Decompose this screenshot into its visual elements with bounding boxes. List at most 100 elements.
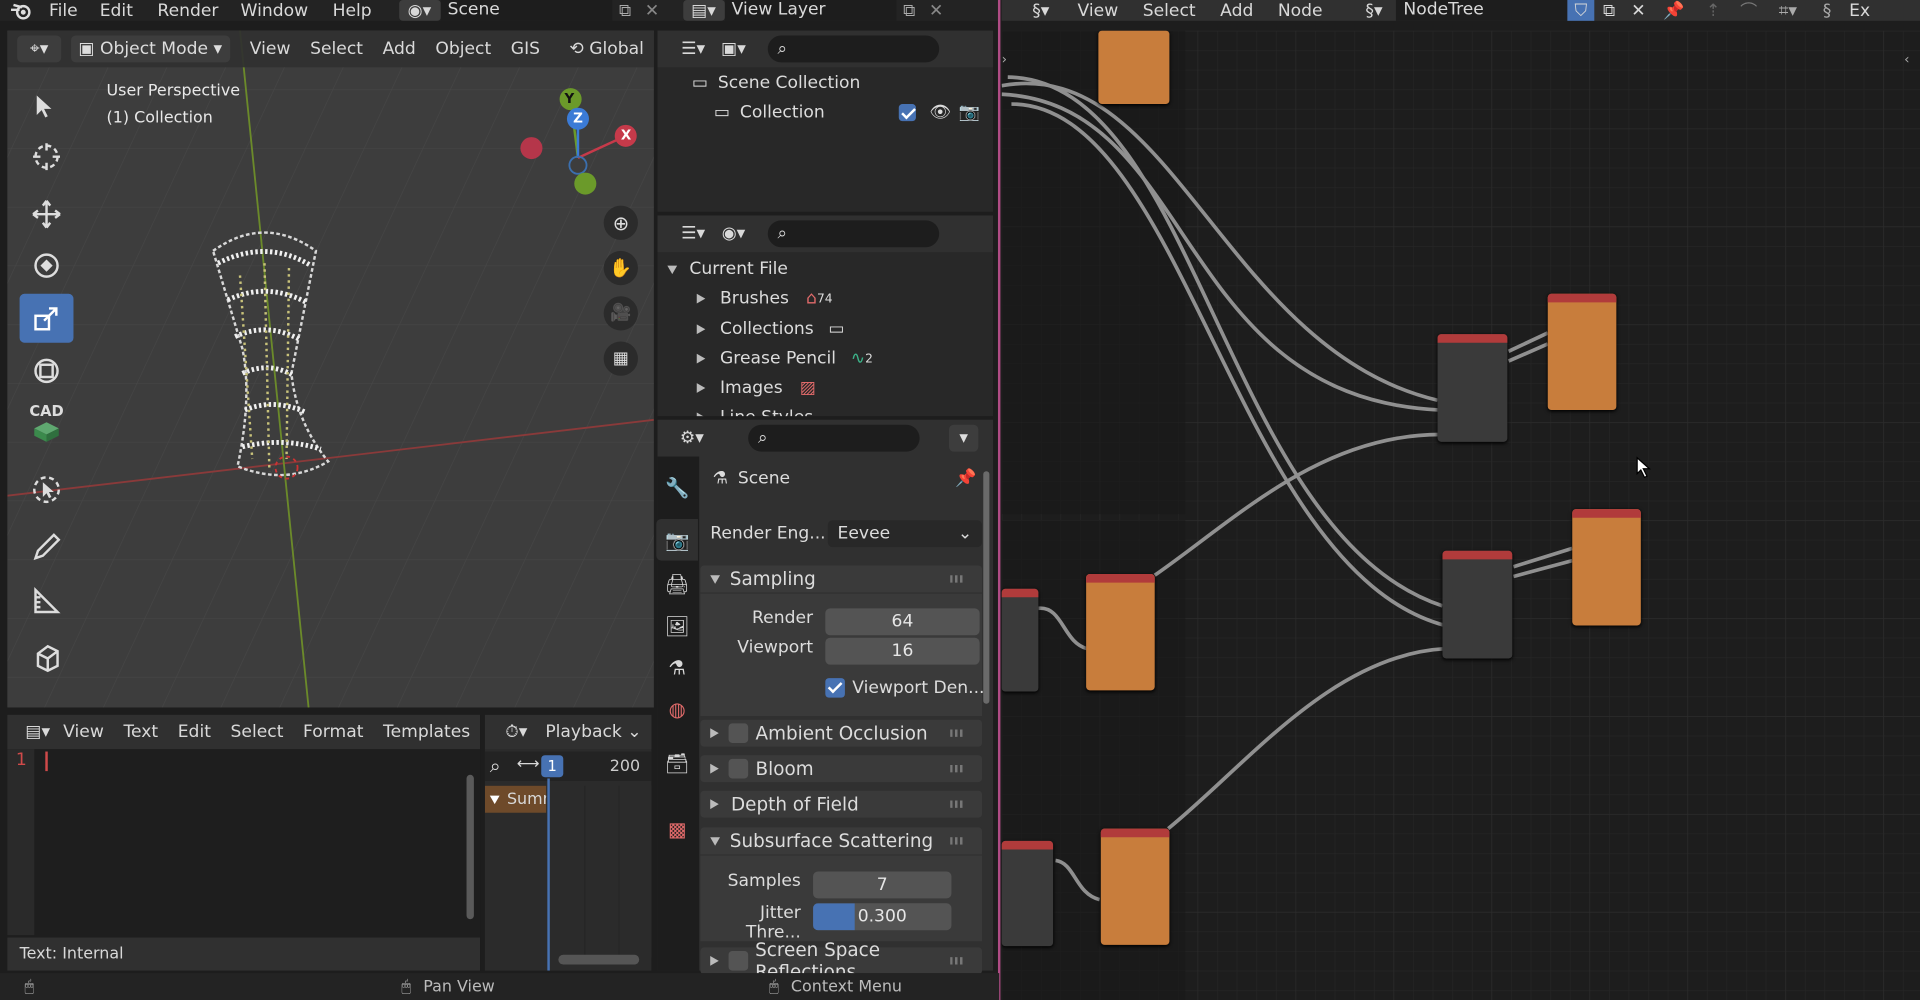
menu-help[interactable]: Help bbox=[320, 1, 384, 21]
text-menu-format[interactable]: Format bbox=[293, 722, 373, 742]
snap-options-icon[interactable]: ⌗▾ bbox=[1766, 1, 1810, 21]
expand-icon[interactable] bbox=[696, 353, 706, 364]
frame-range-icon[interactable]: ⟷ bbox=[517, 755, 540, 773]
matrix-node-2[interactable] bbox=[1001, 840, 1054, 947]
ortho-grid-icon[interactable]: ▦ bbox=[603, 341, 638, 376]
timeline[interactable]: ⏱▾ Playback ⌄ ⌕ ⟷ 1 200 Summary bbox=[484, 714, 652, 971]
view-layer-icon[interactable]: ▤▾ bbox=[682, 0, 725, 21]
bloom-checkbox[interactable] bbox=[728, 758, 749, 779]
outliner-editor-icon[interactable]: ☰▾ bbox=[675, 39, 712, 59]
viewport-denoise-row[interactable]: Viewport Den... bbox=[825, 678, 984, 698]
new-node-tree-icon[interactable]: ⧉ bbox=[1594, 1, 1623, 21]
render-engine-dropdown[interactable]: Eevee ⌄ bbox=[827, 520, 983, 548]
eye-icon[interactable]: 👁 bbox=[929, 103, 951, 123]
node-menu-view[interactable]: View bbox=[1065, 1, 1130, 21]
orientation-selector[interactable]: ⟲ Global bbox=[560, 39, 654, 59]
cad-tool-icon[interactable]: CAD bbox=[20, 398, 74, 447]
expand-icon[interactable] bbox=[696, 324, 706, 335]
expand-icon[interactable] bbox=[667, 264, 678, 274]
measure-tool-icon[interactable] bbox=[20, 577, 74, 626]
viewport-menu-view[interactable]: View bbox=[240, 39, 300, 59]
expand-icon[interactable] bbox=[696, 383, 706, 393]
viewport-menu-add[interactable]: Add bbox=[373, 39, 426, 59]
viewport-menu-select[interactable]: Select bbox=[300, 39, 372, 59]
text-menu-templates[interactable]: Templates bbox=[373, 722, 480, 742]
sampling-panel-header[interactable]: Sampling bbox=[700, 565, 983, 593]
overlay-icon[interactable]: § bbox=[1810, 1, 1844, 21]
viewer-draw-node-3[interactable] bbox=[1086, 574, 1155, 691]
navigation-gizmo[interactable] bbox=[514, 84, 649, 206]
bloom-panel[interactable]: Bloom bbox=[700, 755, 983, 783]
ambient-occlusion-checkbox[interactable] bbox=[728, 723, 749, 743]
menu-window[interactable]: Window bbox=[228, 1, 320, 21]
line-styles-row[interactable]: Line Styles bbox=[696, 408, 813, 417]
scene-tab-icon[interactable]: ⚗ bbox=[656, 646, 698, 688]
properties-search-input[interactable]: ⌕ bbox=[748, 424, 920, 452]
pan-hand-icon[interactable]: ✋ bbox=[603, 250, 638, 286]
render-samples-field[interactable]: 64 bbox=[825, 608, 980, 636]
expand-icon[interactable] bbox=[696, 293, 706, 304]
delete-view-layer-icon[interactable]: ✕ bbox=[923, 1, 950, 21]
jitter-threshold-slider[interactable]: 0.300 bbox=[813, 903, 952, 931]
viewport-samples-field[interactable]: 16 bbox=[825, 637, 980, 665]
output-tab-icon[interactable]: 🖨 bbox=[656, 563, 698, 605]
properties-editor-icon[interactable]: ⚙▾ bbox=[672, 428, 711, 448]
text-editor-type-icon[interactable]: ▤▾ bbox=[22, 722, 53, 742]
node-editor-type-icon[interactable]: §▾ bbox=[1016, 1, 1065, 21]
select-tool-icon[interactable] bbox=[20, 82, 74, 131]
properties-scrollbar[interactable] bbox=[983, 471, 990, 704]
node-menu-node[interactable]: Node bbox=[1266, 1, 1335, 21]
new-scene-icon[interactable]: ⧉ bbox=[612, 1, 639, 21]
pin-node-tree-icon[interactable]: 📌 bbox=[1653, 1, 1695, 21]
menu-edit[interactable]: Edit bbox=[85, 1, 148, 21]
collection-row[interactable]: ▭ Collection 👁 📷 bbox=[714, 103, 988, 123]
search-icon[interactable]: ⌕ bbox=[490, 754, 501, 778]
new-view-layer-icon[interactable]: ⧉ bbox=[896, 1, 923, 21]
collection-exclude-checkbox[interactable] bbox=[898, 104, 916, 122]
viewer-draw-node-top[interactable] bbox=[1098, 30, 1170, 105]
camera-icon[interactable]: 📷 bbox=[959, 103, 980, 123]
blend-search-input[interactable]: ⌕ bbox=[767, 220, 940, 248]
text-editor[interactable] bbox=[7, 714, 481, 971]
current-frame-marker[interactable]: 1 bbox=[541, 755, 564, 778]
images-row[interactable]: Images ▨ bbox=[696, 378, 816, 398]
current-file-row[interactable]: Current File bbox=[667, 259, 788, 279]
depth-of-field-panel[interactable]: Depth of Field bbox=[700, 790, 983, 818]
node-menu-add[interactable]: Add bbox=[1208, 1, 1266, 21]
scene-selector-icon[interactable]: ◉▾ bbox=[398, 0, 441, 21]
annotate-select-icon[interactable] bbox=[20, 465, 74, 514]
tool-tab-icon[interactable]: 🔧 bbox=[656, 466, 698, 508]
display-mode-icon[interactable]: ▣▾ bbox=[711, 39, 755, 59]
camera-view-icon[interactable]: 🎥 bbox=[603, 296, 638, 331]
drag-grip-icon[interactable] bbox=[950, 575, 965, 583]
viewer-draw-node-2[interactable] bbox=[1572, 509, 1641, 626]
node-tree-name-field[interactable]: NodeTree bbox=[1396, 0, 1568, 21]
text-menu-edit[interactable]: Edit bbox=[168, 722, 221, 742]
brushes-row[interactable]: Brushes ⌂ 74 bbox=[696, 289, 833, 308]
timeline-scrollbar[interactable] bbox=[558, 954, 640, 965]
rotate-tool-icon[interactable] bbox=[20, 241, 74, 290]
viewport-menu-object[interactable]: Object bbox=[426, 39, 501, 59]
cross-section-node-1[interactable] bbox=[1437, 334, 1508, 442]
summary-channel[interactable]: Summary bbox=[484, 785, 547, 813]
blend-display-icon[interactable]: ◉▾ bbox=[711, 224, 755, 244]
editor-type-icon[interactable]: ⌖▾ bbox=[17, 35, 62, 63]
viewport-3d[interactable]: User Perspective (1) Collection Y Z X ⊕ … bbox=[7, 30, 654, 708]
fake-user-shield-icon[interactable]: ⛉ bbox=[1567, 0, 1595, 21]
annotate-pen-icon[interactable] bbox=[20, 523, 74, 572]
blender-logo-icon[interactable] bbox=[0, 0, 42, 21]
viewer-draw-node-1[interactable] bbox=[1547, 293, 1617, 411]
viewport-denoise-checkbox[interactable] bbox=[825, 678, 845, 698]
grease-pencil-row[interactable]: Grease Pencil ∿ 2 bbox=[696, 349, 873, 368]
menu-render[interactable]: Render bbox=[148, 1, 229, 21]
expand-icon[interactable] bbox=[696, 412, 706, 417]
matrix-node-1[interactable] bbox=[1001, 588, 1039, 692]
transform-tool-icon[interactable] bbox=[20, 346, 74, 395]
scale-tool-icon[interactable] bbox=[19, 293, 74, 343]
text-editor-scrollbar[interactable] bbox=[466, 774, 474, 920]
text-menu-view[interactable]: View bbox=[53, 722, 113, 742]
view-layer-field[interactable]: View Layer bbox=[724, 0, 896, 21]
sss-panel-header[interactable]: Subsurface Scattering bbox=[700, 827, 983, 855]
viewer-draw-node-4[interactable] bbox=[1100, 828, 1170, 945]
drag-grip-icon[interactable] bbox=[950, 800, 965, 808]
